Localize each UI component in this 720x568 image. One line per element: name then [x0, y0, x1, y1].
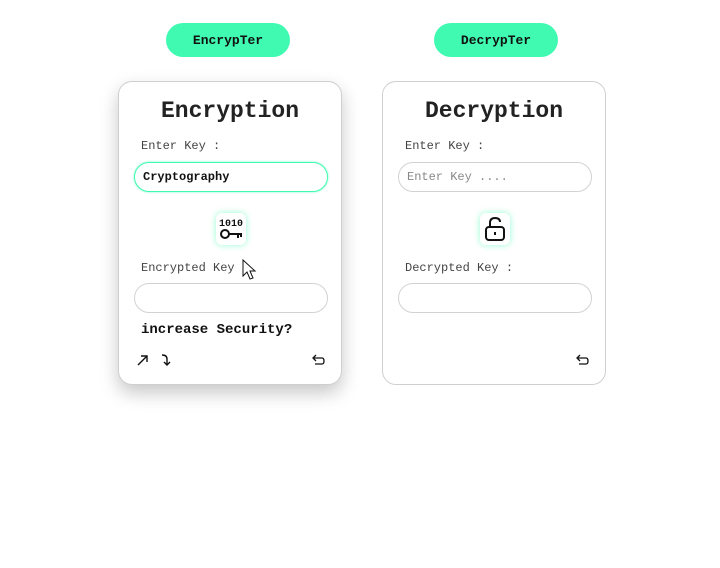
encryption-title: Encryption [160, 98, 300, 124]
encrypted-key-output[interactable] [134, 283, 328, 313]
arrow-up-right-icon[interactable] [135, 352, 151, 368]
decryption-key-label: Enter Key : [405, 139, 485, 153]
encryption-key-input[interactable] [134, 162, 328, 192]
encrypt-button[interactable]: 1010 [216, 213, 246, 245]
binary-key-icon: 1010 [219, 219, 243, 239]
mouse-cursor-icon [242, 259, 257, 280]
encryption-key-label: Enter Key : [141, 139, 221, 153]
arrow-curved-down-icon[interactable] [157, 352, 173, 368]
decryption-key-input[interactable] [398, 162, 592, 192]
decrypted-key-output[interactable] [398, 283, 592, 313]
unlock-icon [485, 216, 505, 241]
undo-icon[interactable] [574, 352, 590, 368]
encryption-card: Encryption Enter Key : 1010 Encrypted Ke… [118, 81, 342, 385]
encrypted-key-label: Encrypted Key : [141, 261, 250, 275]
encrypter-tab-button[interactable]: EncrypTer [166, 23, 290, 57]
svg-text:1010: 1010 [219, 219, 243, 230]
decrypted-key-label: Decrypted Key : [405, 261, 514, 275]
decrypter-tab-button[interactable]: DecrypTer [434, 23, 558, 57]
decrypt-button[interactable] [480, 213, 510, 245]
undo-icon[interactable] [310, 352, 326, 368]
decryption-card: Decryption Enter Key : Decrypted Key : [382, 81, 606, 385]
decryption-title: Decryption [424, 98, 564, 124]
increase-security-link[interactable]: increase Security? [141, 322, 292, 338]
